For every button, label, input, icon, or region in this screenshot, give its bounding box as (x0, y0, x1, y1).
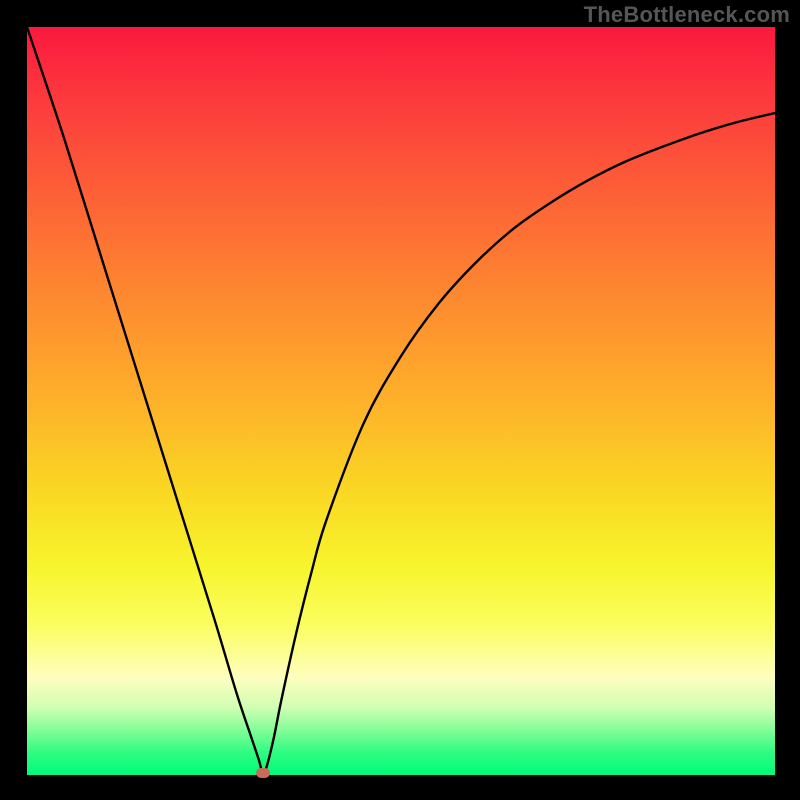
minimum-marker (256, 768, 270, 778)
attribution-label: TheBottleneck.com (584, 2, 790, 28)
chart-frame: TheBottleneck.com (0, 0, 800, 800)
curve-layer (27, 27, 775, 775)
bottleneck-curve (27, 27, 775, 773)
plot-area (27, 27, 775, 775)
